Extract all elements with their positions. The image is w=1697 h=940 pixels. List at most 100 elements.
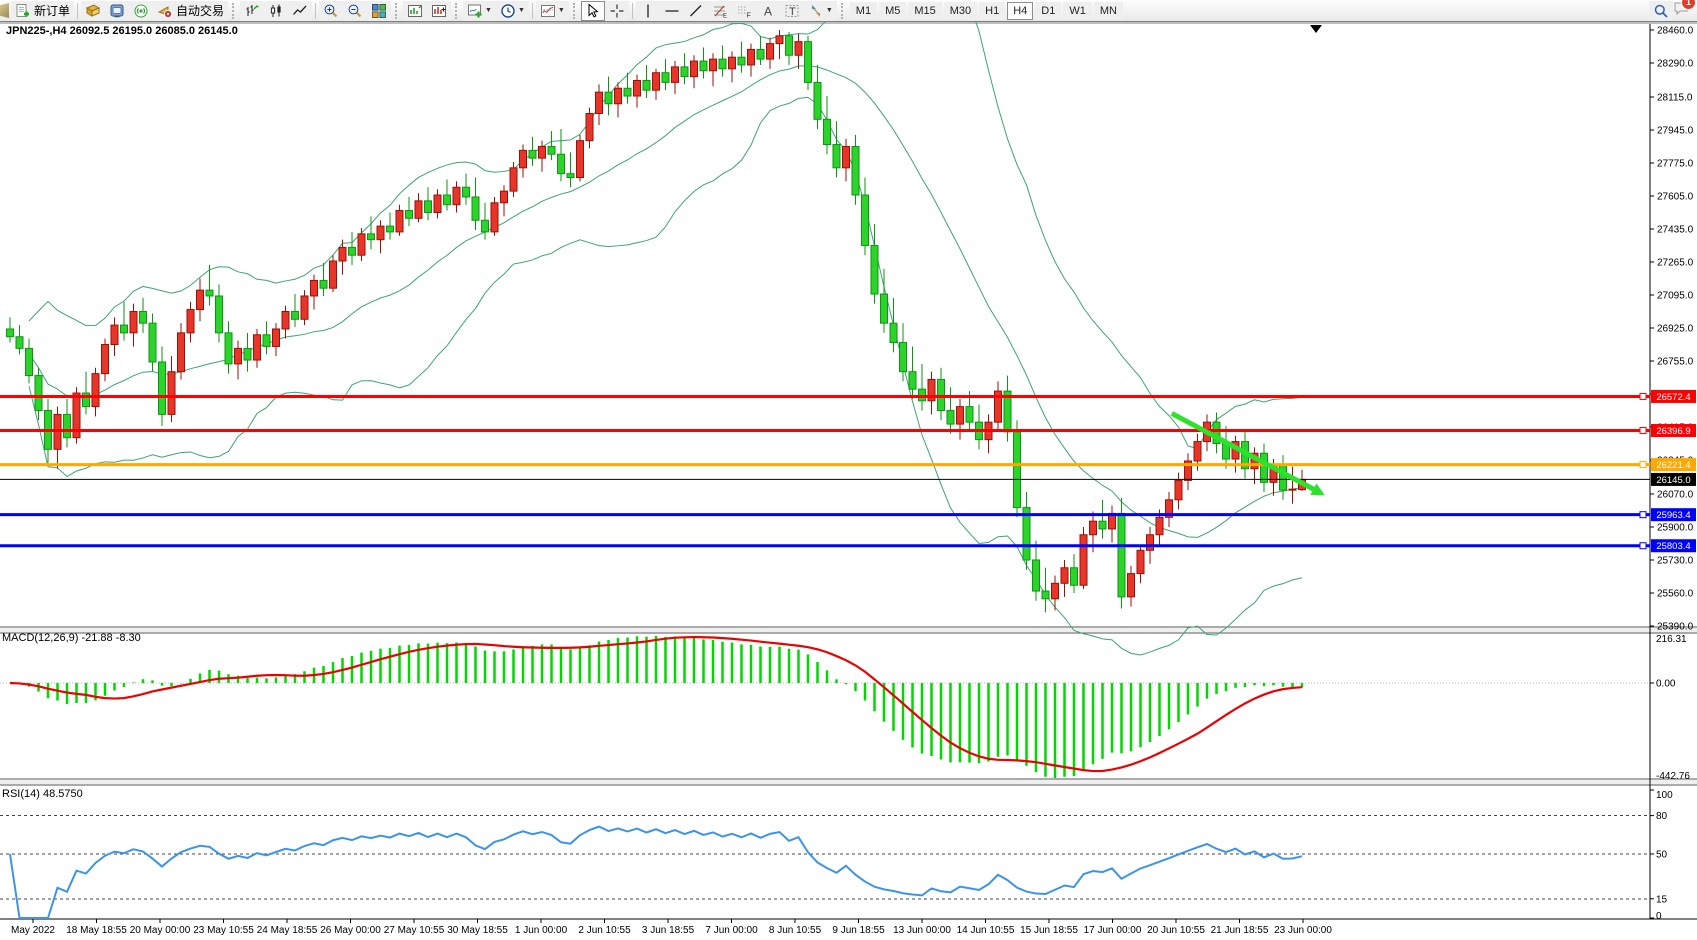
- tab-timeframe-m5[interactable]: M5: [879, 2, 906, 20]
- candle: [814, 82, 821, 119]
- candle: [596, 92, 603, 113]
- templates-button[interactable]: ▼: [536, 1, 569, 21]
- candle: [577, 141, 584, 178]
- macd-histogram: [10, 636, 1302, 778]
- autotrading-button[interactable]: 自动交易: [153, 1, 228, 21]
- svg-text:0: 0: [1656, 911, 1662, 922]
- svg-text:7 Jun 00:00: 7 Jun 00:00: [705, 925, 758, 936]
- candle: [643, 80, 650, 90]
- text-label-tool-button[interactable]: T: [780, 1, 804, 21]
- tab-timeframe-h4[interactable]: H4: [1007, 2, 1033, 20]
- svg-text:26755.0: 26755.0: [1657, 357, 1694, 368]
- arrows-tool-button[interactable]: ▼: [804, 1, 837, 21]
- vertical-line-tool-button[interactable]: [636, 1, 660, 21]
- dropdown-arrow-icon[interactable]: ▼: [485, 7, 492, 14]
- tab-timeframe-m15[interactable]: M15: [908, 2, 941, 20]
- tab-timeframe-d1[interactable]: D1: [1035, 2, 1061, 20]
- tile-windows-icon: [371, 3, 387, 19]
- market-watch-button[interactable]: [81, 1, 105, 21]
- candle: [254, 335, 261, 360]
- svg-text:30 May 18:55: 30 May 18:55: [447, 925, 508, 936]
- search-icon: [1653, 3, 1669, 19]
- new-order-icon: [15, 3, 31, 19]
- metaeditor-button[interactable]: [105, 1, 129, 21]
- horizontal-levels[interactable]: 26572.426396.926221.426145.025963.425803…: [0, 390, 1696, 552]
- zoom-in-button[interactable]: [319, 1, 343, 21]
- tab-timeframe-m30[interactable]: M30: [944, 2, 977, 20]
- add-indicator-button[interactable]: ▼: [463, 1, 496, 21]
- candle: [510, 168, 517, 191]
- chart-window-button[interactable]: [403, 1, 427, 21]
- svg-text:E: E: [723, 13, 727, 19]
- svg-text:1 Jun 00:00: 1 Jun 00:00: [515, 925, 568, 936]
- new-order-button[interactable]: 新订单: [11, 1, 74, 21]
- period-button[interactable]: ▼: [496, 1, 529, 21]
- candle: [700, 61, 707, 71]
- svg-text:18 May 18:55: 18 May 18:55: [66, 925, 127, 936]
- candle: [472, 197, 479, 220]
- svg-text:27605.0: 27605.0: [1657, 191, 1694, 202]
- notification-count-badge: 1: [1681, 0, 1696, 10]
- candle: [377, 226, 384, 240]
- dropdown-arrow-icon[interactable]: ▼: [558, 7, 565, 14]
- text-tool-button[interactable]: A: [756, 1, 780, 21]
- candle: [168, 372, 175, 415]
- line-chart-mode-button[interactable]: [288, 1, 312, 21]
- candle: [634, 80, 641, 96]
- time-axis: May 202218 May 18:5520 May 00:0023 May 1…: [11, 919, 1332, 936]
- chart-canvas[interactable]: 28460.028290.028115.027945.027775.027605…: [0, 0, 1697, 940]
- arrow-shapes-icon: [808, 3, 824, 19]
- bar-chart-icon: [244, 3, 260, 19]
- svg-text:26070.0: 26070.0: [1657, 489, 1694, 500]
- candle: [453, 187, 460, 204]
- horizontal-line-tool-button[interactable]: [660, 1, 684, 21]
- svg-text:216.31: 216.31: [1656, 634, 1687, 645]
- svg-text:26221.4: 26221.4: [1656, 460, 1690, 471]
- signal-icon: [133, 3, 149, 19]
- fibonacci-tool-button[interactable]: E: [708, 1, 732, 21]
- pane-splitters[interactable]: [0, 627, 1697, 785]
- candle: [1118, 513, 1125, 596]
- crosshair-tool-button[interactable]: [605, 1, 629, 21]
- candlestick-mode-button[interactable]: [264, 1, 288, 21]
- zoom-out-button[interactable]: [343, 1, 367, 21]
- text-label-icon: T: [784, 3, 800, 19]
- candle: [719, 59, 726, 69]
- svg-text:26925.0: 26925.0: [1657, 324, 1694, 335]
- cursor-tool-button[interactable]: [581, 1, 605, 21]
- tab-timeframe-h1[interactable]: H1: [979, 2, 1005, 20]
- dropdown-arrow-icon[interactable]: ▼: [826, 7, 833, 14]
- dropdown-arrow-icon[interactable]: ▼: [518, 7, 525, 14]
- trendline-tool-button[interactable]: [684, 1, 708, 21]
- candle: [35, 376, 42, 411]
- candle: [1090, 521, 1097, 535]
- signals-button[interactable]: [129, 1, 153, 21]
- notifications-button[interactable]: 1: [1673, 0, 1689, 21]
- svg-text:23 May 10:55: 23 May 10:55: [193, 925, 254, 936]
- new-order-label: 新订单: [34, 2, 70, 19]
- candle: [833, 145, 840, 168]
- svg-text:3 Jun 18:55: 3 Jun 18:55: [642, 925, 695, 936]
- macd-axis: 216.310.00-442.76: [1650, 634, 1690, 782]
- svg-text:50: 50: [1656, 850, 1668, 861]
- search-button[interactable]: [1649, 1, 1673, 21]
- candle: [767, 44, 774, 60]
- candle: [159, 362, 166, 414]
- tab-timeframe-mn[interactable]: MN: [1094, 2, 1123, 20]
- tab-timeframe-m1[interactable]: M1: [850, 2, 877, 20]
- chart-window-alt-button[interactable]: [427, 1, 451, 21]
- fibonacci-icon: E: [712, 3, 728, 19]
- bar-chart-mode-button[interactable]: [240, 1, 264, 21]
- svg-text:A: A: [764, 4, 772, 18]
- candle: [653, 73, 660, 90]
- candle: [1289, 489, 1296, 490]
- grid-tool-button[interactable]: F: [732, 1, 756, 21]
- tile-windows-button[interactable]: [367, 1, 391, 21]
- tab-timeframe-w1[interactable]: W1: [1063, 2, 1092, 20]
- svg-text:8 Jun 10:55: 8 Jun 10:55: [769, 925, 822, 936]
- candle: [966, 407, 973, 423]
- candle: [415, 201, 422, 218]
- candle: [1052, 583, 1059, 599]
- candle: [339, 247, 346, 261]
- chart-shift-marker[interactable]: [1310, 25, 1322, 33]
